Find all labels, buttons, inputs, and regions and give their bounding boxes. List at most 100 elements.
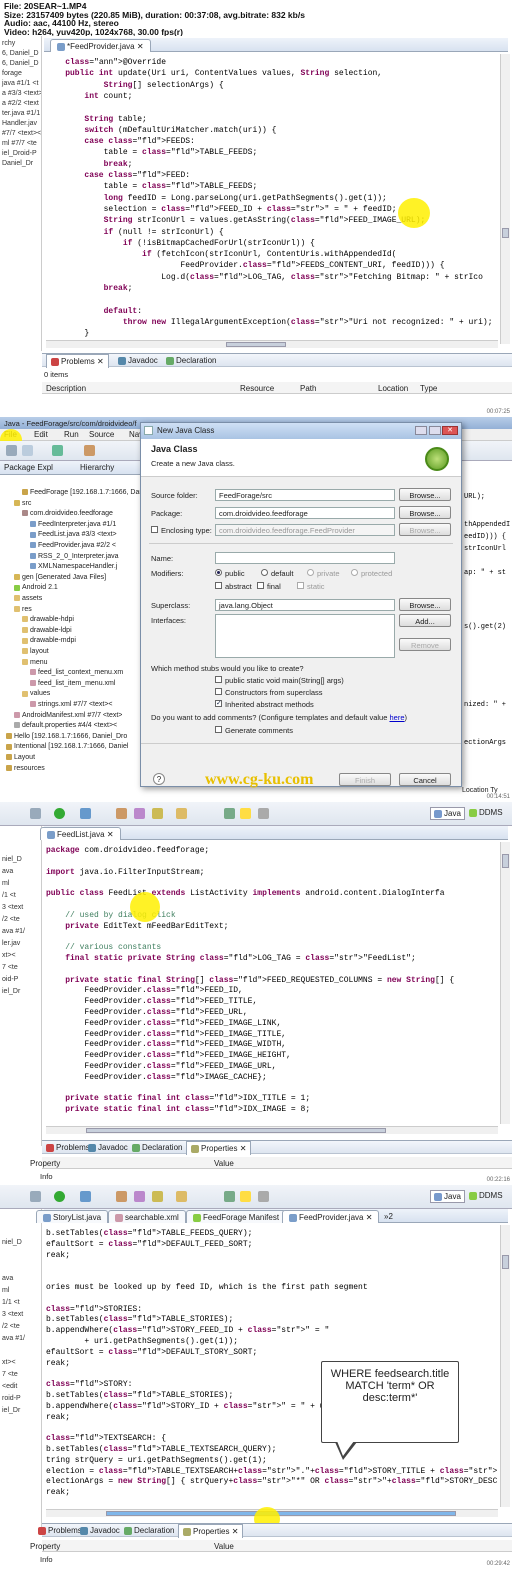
explorer-item[interactable]: 7 <te xyxy=(2,1371,18,1378)
toggle-icon[interactable] xyxy=(258,808,269,819)
tree-item[interactable]: gen [Generated Java Files] xyxy=(14,574,106,581)
perspective-java[interactable]: Java xyxy=(430,1190,465,1203)
properties-row-info[interactable]: Info xyxy=(40,1172,53,1181)
explorer-item[interactable]: 6, Daniel_D xyxy=(2,60,39,67)
tree-item[interactable]: feed_list_item_menu.xml xyxy=(30,680,115,687)
tree-item[interactable]: drawable-ldpi xyxy=(22,627,72,634)
enclosing-type-field[interactable]: com.droidvideo.feedforage.FeedProvider xyxy=(215,524,395,536)
explorer-item[interactable]: java #1/1 <t xyxy=(2,80,38,87)
explorer-item[interactable]: iel_Dr xyxy=(2,1407,20,1414)
explorer-item[interactable]: /2 <te xyxy=(2,916,20,923)
tree-item[interactable]: assets xyxy=(14,595,42,602)
explorer-item[interactable]: ava #1/ xyxy=(2,928,25,935)
debug-icon[interactable] xyxy=(80,1191,91,1202)
search-icon[interactable] xyxy=(152,808,163,819)
explorer-item[interactable]: ter.java #1/1 xyxy=(2,110,40,117)
col-value[interactable]: Value xyxy=(214,1159,234,1168)
templates-link[interactable]: here xyxy=(389,713,404,722)
tree-item[interactable]: layout xyxy=(22,648,49,655)
col-type[interactable]: Type xyxy=(420,384,437,393)
explorer-item[interactable]: 3 <text xyxy=(2,904,23,911)
run-icon[interactable] xyxy=(54,1191,65,1202)
final-checkbox[interactable] xyxy=(257,582,264,589)
default-radio[interactable] xyxy=(261,569,268,576)
explorer-item[interactable]: a #3/3 <text> xyxy=(2,90,41,97)
tree-item[interactable]: FeedInterpreter.java #1/1 xyxy=(30,521,116,528)
col-location[interactable]: Location xyxy=(378,384,408,393)
new-class-icon[interactable] xyxy=(134,808,145,819)
tree-item[interactable]: Android 2.1 xyxy=(14,584,58,591)
browse-enclosing-button[interactable]: Browse... xyxy=(399,523,451,536)
highlight-icon[interactable] xyxy=(240,808,251,819)
new-package-icon[interactable] xyxy=(116,808,127,819)
menu-source[interactable]: Source xyxy=(89,430,114,439)
explorer-item[interactable]: ava #1/ xyxy=(2,1335,25,1342)
explorer-item[interactable]: 6, Daniel_D xyxy=(2,50,39,57)
add-interface-button[interactable]: Add... xyxy=(399,614,451,627)
explorer-item[interactable]: <edit xyxy=(2,1383,17,1390)
explorer-item[interactable]: iel_Droid-P xyxy=(2,150,37,157)
explorer-item[interactable]: niel_D xyxy=(2,1239,22,1246)
col-property[interactable]: Property xyxy=(30,1159,60,1168)
editor-vscroll[interactable] xyxy=(500,1225,510,1507)
explorer-item[interactable]: /1 <t xyxy=(2,892,16,899)
superclass-field[interactable]: java.lang.Object xyxy=(215,599,395,611)
abstract-checkbox[interactable] xyxy=(215,582,222,589)
static-checkbox[interactable] xyxy=(297,582,304,589)
menu-edit[interactable]: Edit xyxy=(34,430,48,439)
properties-row-info[interactable]: Info xyxy=(40,1555,53,1564)
explorer-item[interactable]: ml xyxy=(2,880,9,887)
explorer-item[interactable]: a #2/2 <text xyxy=(2,100,39,107)
explorer-item[interactable]: iel_Dr xyxy=(2,988,20,995)
explorer-item[interactable]: xt>< xyxy=(2,952,16,959)
col-description[interactable]: Description xyxy=(46,384,86,393)
explorer-item[interactable]: Handler.jav xyxy=(2,120,37,127)
remove-interface-button[interactable]: Remove xyxy=(399,638,451,651)
enclosing-type-checkbox[interactable] xyxy=(151,526,158,533)
source-folder-field[interactable]: FeedForage/src xyxy=(215,489,395,501)
tree-item[interactable]: feed_list_context_menu.xm xyxy=(30,669,123,676)
perspective-java[interactable]: Java xyxy=(430,807,465,820)
tree-item[interactable]: Layout xyxy=(6,754,35,761)
tree-item[interactable]: drawable-hdpi xyxy=(22,616,74,623)
explorer-item[interactable]: 1/1 <t xyxy=(2,1299,20,1306)
new-package-icon[interactable] xyxy=(116,1191,127,1202)
editor-vscroll[interactable] xyxy=(500,54,510,344)
public-radio[interactable] xyxy=(215,569,222,576)
explorer-item[interactable]: ml #7/7 <te xyxy=(2,140,37,147)
tree-item[interactable]: FeedForage [192.168.1.7:1666, Danie xyxy=(22,489,140,496)
browse-source-button[interactable]: Browse... xyxy=(399,488,451,501)
editor-hscroll[interactable] xyxy=(46,1126,498,1134)
debug-icon[interactable] xyxy=(80,808,91,819)
tab-problems[interactable]: Problems xyxy=(46,1143,90,1152)
tab-hierarchy[interactable]: Hierarchy xyxy=(80,463,114,472)
browse-superclass-button[interactable]: Browse... xyxy=(399,598,451,611)
col-resource[interactable]: Resource xyxy=(240,384,274,393)
tab-properties[interactable]: Properties ✕ xyxy=(178,1524,244,1538)
tree-item[interactable]: drawable-mdpi xyxy=(22,637,76,644)
tab-declaration[interactable]: Declaration xyxy=(132,1143,182,1152)
debug-icon[interactable] xyxy=(84,445,95,456)
tab-manifest[interactable]: FeedForage Manifest xyxy=(186,1210,287,1223)
tab-javadoc[interactable]: Javadoc xyxy=(118,356,158,365)
search-icon[interactable] xyxy=(152,1191,163,1202)
tab-declaration[interactable]: Declaration xyxy=(166,356,216,365)
generate-comments-checkbox[interactable] xyxy=(215,726,222,733)
tab-javadoc[interactable]: Javadoc xyxy=(88,1143,128,1152)
new-icon[interactable] xyxy=(6,445,17,456)
tree-item[interactable]: src xyxy=(14,500,31,507)
minimize-button[interactable] xyxy=(415,426,427,435)
settings-icon[interactable] xyxy=(30,1191,41,1202)
maximize-button[interactable] xyxy=(429,426,441,435)
tree-item[interactable]: resources xyxy=(6,765,45,772)
tree-item[interactable]: values xyxy=(22,690,50,697)
tree-item[interactable]: menu xyxy=(22,659,48,666)
tab-package-explorer[interactable]: Package Expl xyxy=(4,463,53,472)
tab-declaration[interactable]: Declaration xyxy=(124,1526,174,1535)
close-icon[interactable]: ✕ xyxy=(442,426,458,435)
name-field[interactable] xyxy=(215,552,395,564)
help-icon[interactable]: ? xyxy=(153,773,165,785)
toggle-icon[interactable] xyxy=(258,1191,269,1202)
finish-button[interactable]: Finish xyxy=(339,773,391,786)
code-editor[interactable]: class="ann">@Override public int update(… xyxy=(46,54,498,344)
